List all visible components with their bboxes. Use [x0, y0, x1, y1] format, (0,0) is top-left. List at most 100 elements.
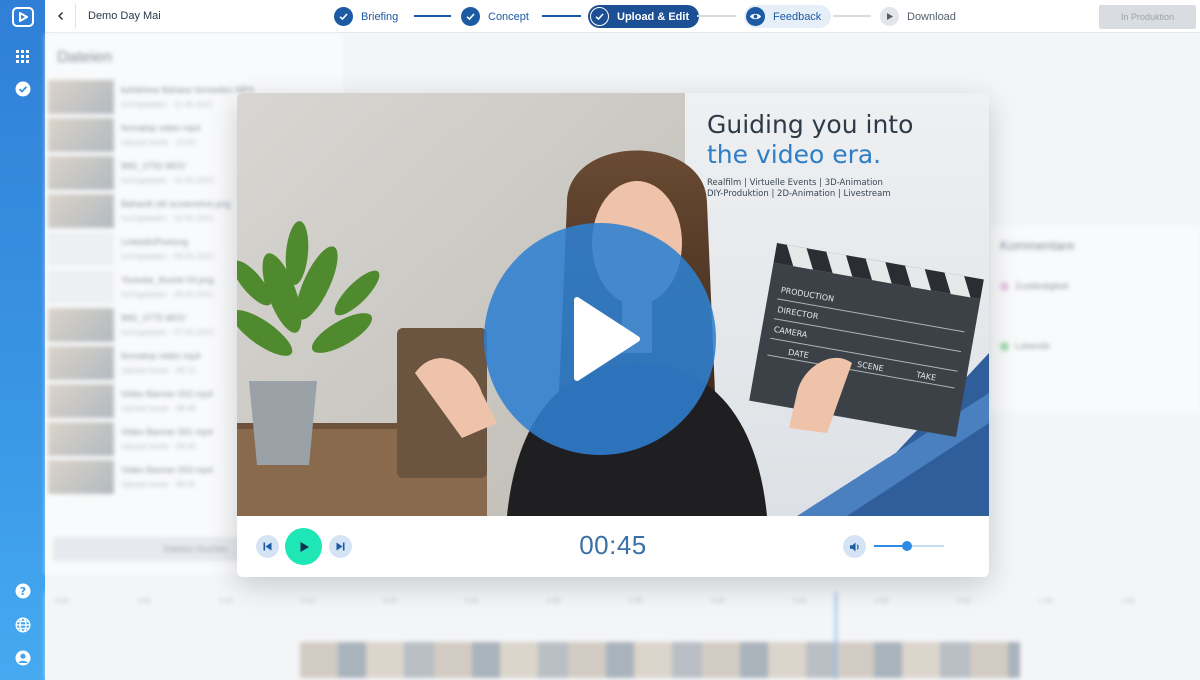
file-thumbnail	[48, 346, 114, 380]
timeline-mark: 0:55	[957, 598, 971, 605]
step-upload-edit[interactable]: Upload & Edit	[588, 5, 700, 28]
file-thumbnail	[48, 270, 114, 304]
file-meta: hochgeladen · 09.05.2021	[121, 252, 214, 261]
step-connector	[833, 15, 871, 17]
file-name: Video Banner 001 mp4	[121, 427, 213, 437]
file-meta: hochgeladen · 11.05.2021	[121, 100, 214, 109]
step-connector	[542, 15, 581, 17]
step-concept[interactable]: Concept	[461, 5, 529, 28]
file-name: Youtube_thumb 03.png	[121, 275, 214, 285]
eye-icon	[746, 7, 765, 26]
file-meta: Upload heute · 08:31	[121, 480, 196, 489]
volume-slider[interactable]	[874, 541, 944, 551]
timeline-mark: 0:05	[137, 598, 151, 605]
check-circle-icon[interactable]	[0, 74, 45, 104]
chevron-left-icon	[57, 11, 64, 21]
category-dot	[1000, 282, 1009, 292]
timeline-mark: 0:30	[547, 598, 561, 605]
poster-heading-2: the video era.	[707, 140, 881, 169]
step-briefing[interactable]: Briefing	[334, 5, 398, 28]
file-thumbnail	[48, 80, 114, 114]
file-meta: Upload heute · 08:48	[121, 404, 196, 413]
play-logo-icon[interactable]	[0, 2, 45, 32]
file-thumbnail	[48, 384, 114, 418]
step-feedback[interactable]: Feedback	[744, 5, 832, 28]
check-icon	[590, 7, 609, 26]
timeline-mark: 0:00	[55, 598, 69, 605]
file-name: LinkedInPostung	[121, 237, 189, 247]
check-icon	[334, 7, 353, 26]
file-thumbnail	[48, 422, 114, 456]
timeline-mark: 0:45	[793, 598, 807, 605]
timeline-mark: 0:50	[875, 598, 889, 605]
poster-subline-2: DIY-Produktion | 2D-Animation | Livestre…	[707, 189, 891, 199]
volume-knob[interactable]	[901, 541, 912, 551]
top-bar: Demo Day Mai Briefing Concept Upload & E…	[45, 0, 1200, 33]
video-play-overlay[interactable]	[484, 223, 716, 455]
category-label: Zuständigkeit	[1015, 281, 1069, 291]
globe-icon[interactable]	[0, 610, 45, 640]
file-name: Bahardt sitt screenshot.png	[121, 199, 231, 209]
step-download[interactable]: Download	[880, 5, 956, 28]
speaker-icon	[849, 542, 859, 551]
file-name: IMG_0775 MOV	[121, 313, 187, 323]
in-production-button[interactable]: In Produktion	[1099, 5, 1196, 29]
step-connector	[697, 15, 736, 17]
grid-icon[interactable]	[0, 41, 45, 71]
file-name: Video Banner 002 mp4	[121, 389, 213, 399]
files-title: Dateien	[57, 49, 113, 66]
timeline-mark: 1:00	[1039, 598, 1053, 605]
timeline-mark: 1:05	[1121, 598, 1135, 605]
svg-text:?: ?	[19, 585, 25, 598]
file-thumbnail	[48, 308, 114, 342]
step-label: Upload & Edit	[617, 10, 690, 23]
comment-category[interactable]: Zuständigkeit	[1000, 281, 1069, 292]
timeline-mark: 0:40	[711, 598, 725, 605]
file-name: IMG_0792 MOV	[121, 161, 187, 171]
timeline-mark: 0:15	[301, 598, 315, 605]
comment-category[interactable]: Lobende	[1000, 341, 1051, 352]
file-name: formatop video mp4	[121, 123, 201, 133]
file-meta: hochgeladen · 07.05.2021	[121, 328, 214, 337]
file-meta: Upload heute · 08:40	[121, 442, 196, 451]
back-button[interactable]	[51, 6, 71, 26]
video-player-modal: Guiding you into the video era. Realfilm…	[237, 93, 989, 577]
file-thumbnail	[48, 118, 114, 152]
plant-pot	[249, 381, 317, 465]
comments-panel: Kommentare Zuständigkeit Lobende	[990, 226, 1200, 412]
file-thumbnail	[48, 194, 114, 228]
help-icon[interactable]: ?	[0, 576, 45, 606]
divider	[75, 4, 76, 28]
step-label: Download	[907, 10, 956, 23]
timeline[interactable]: 0:00 0:05 0:10 0:15 0:20 0:25 0:30 0:35 …	[45, 592, 1200, 680]
timeline-mark: 0:35	[629, 598, 643, 605]
file-name: kohlehine Bahara Vorstellen MP4	[121, 85, 255, 95]
timeline-mark: 0:10	[219, 598, 233, 605]
sidebar: ?	[0, 0, 45, 680]
volume-button[interactable]	[843, 535, 866, 558]
step-connector	[414, 15, 451, 17]
file-thumbnail	[48, 460, 114, 494]
file-meta: hochgeladen · 10.05.2021	[121, 176, 214, 185]
file-thumbnail	[48, 232, 114, 266]
file-meta: Upload heute · 10:42	[121, 138, 196, 147]
file-meta: hochgeladen · 10.05.2021	[121, 214, 214, 223]
timeline-clip-strip[interactable]	[300, 642, 1020, 678]
step-label: Briefing	[361, 10, 399, 23]
poster-heading-1: Guiding you into	[707, 110, 913, 139]
player-controls: 00:45	[237, 516, 989, 577]
step-label: Concept	[488, 10, 529, 23]
timeline-mark: 0:25	[465, 598, 479, 605]
category-label: Lobende	[1015, 341, 1051, 351]
timeline-playhead[interactable]	[835, 592, 837, 680]
step-label: Feedback	[773, 10, 822, 23]
poster-subline-1: Realfilm | Virtuelle Events | 3D-Animati…	[707, 178, 883, 188]
project-title: Demo Day Mai	[88, 10, 161, 22]
file-meta: Upload heute · 09:12	[121, 366, 196, 375]
file-meta: hochgeladen · 08.05.2021	[121, 290, 214, 299]
timeline-mark: 0:20	[383, 598, 397, 605]
check-icon	[461, 7, 480, 26]
video-frame[interactable]: Guiding you into the video era. Realfilm…	[237, 93, 989, 516]
file-name: formatop video mp4	[121, 351, 201, 361]
user-icon[interactable]	[0, 643, 45, 673]
